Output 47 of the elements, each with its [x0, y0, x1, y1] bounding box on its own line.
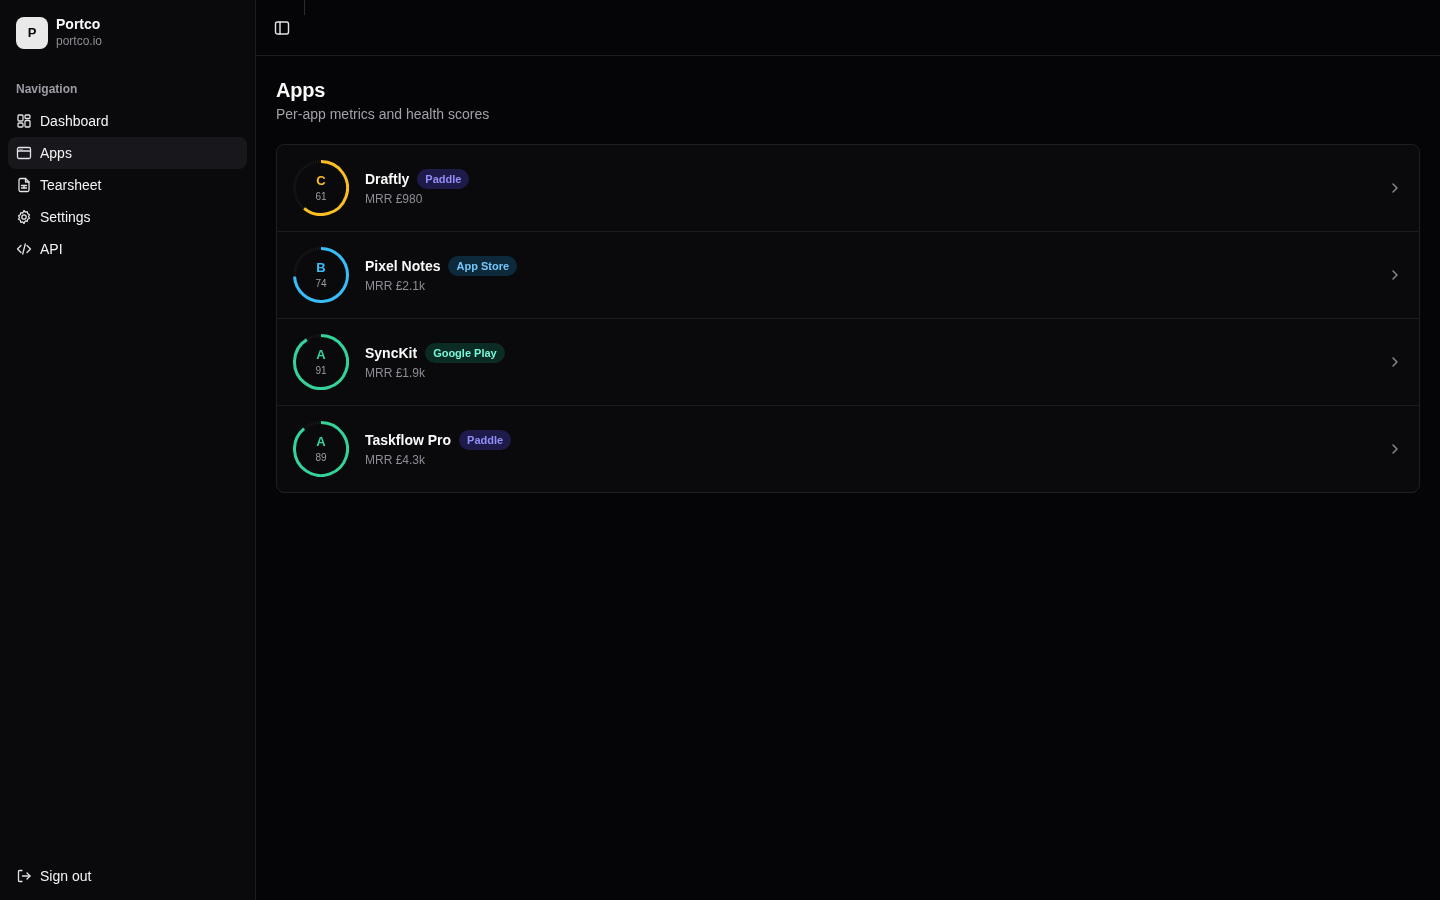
health-grade: A [316, 347, 326, 362]
app-list-item[interactable]: B 74 Pixel Notes App Store MRR £2.1k [277, 232, 1419, 319]
panel-icon [274, 19, 290, 36]
chevron-right-icon [1392, 357, 1398, 367]
document-icon [16, 177, 32, 193]
health-score: 91 [315, 364, 327, 377]
health-score: 74 [315, 277, 327, 290]
health-score: 89 [315, 451, 327, 464]
brand-logo: P [16, 16, 48, 49]
app-list-item[interactable]: A 91 SyncKit Google Play MRR £1.9k [277, 319, 1419, 406]
chevron-right-icon [1392, 444, 1398, 454]
mrr-text: MRR £1.9k [365, 364, 427, 382]
platform-badge: Google Play [425, 342, 505, 363]
platform-badge: Paddle [417, 168, 470, 189]
sign-out-icon [16, 868, 32, 884]
platform-badge: Paddle [459, 429, 512, 450]
grid-icon [16, 113, 32, 129]
chevron-right-icon [1392, 183, 1398, 193]
page-subtitle: Per-app metrics and health scores [276, 105, 491, 124]
code-icon [16, 241, 32, 257]
health-grade: B [316, 260, 326, 275]
app-name: Taskflow Pro [365, 430, 452, 450]
mrr-text: MRR £980 [365, 190, 424, 208]
app-list-item[interactable]: A 89 Taskflow Pro Paddle MRR £4.3k [277, 406, 1419, 492]
app-name: Draftly [365, 169, 410, 189]
health-grade: C [316, 173, 326, 188]
brand-name: Portco [56, 16, 102, 33]
nav-item[interactable]: Apps [8, 137, 247, 169]
nav-item[interactable]: Dashboard [8, 105, 247, 137]
chevron-right-icon [1392, 270, 1398, 280]
brand-domain: portco.io [56, 33, 103, 49]
app-name: SyncKit [365, 343, 418, 363]
app-name: Pixel Notes [365, 256, 441, 276]
nav-section-label: Navigation [15, 81, 79, 98]
settings-icon [16, 209, 32, 225]
health-score: 61 [315, 190, 327, 203]
mrr-text: MRR £2.1k [365, 277, 427, 295]
mrr-text: MRR £4.3k [365, 451, 427, 469]
health-grade: A [316, 434, 326, 449]
nav-item[interactable]: Tearsheet [8, 169, 247, 201]
sign-out-button[interactable]: Sign out [8, 860, 247, 892]
nav-item[interactable]: API [8, 233, 247, 265]
app-list-item[interactable]: C 61 Draftly Paddle MRR £980 [277, 145, 1419, 232]
nav-item[interactable]: Settings [8, 201, 247, 233]
page-title: Apps [276, 78, 327, 103]
platform-badge: App Store [448, 255, 518, 276]
browser-window-icon [16, 145, 32, 161]
